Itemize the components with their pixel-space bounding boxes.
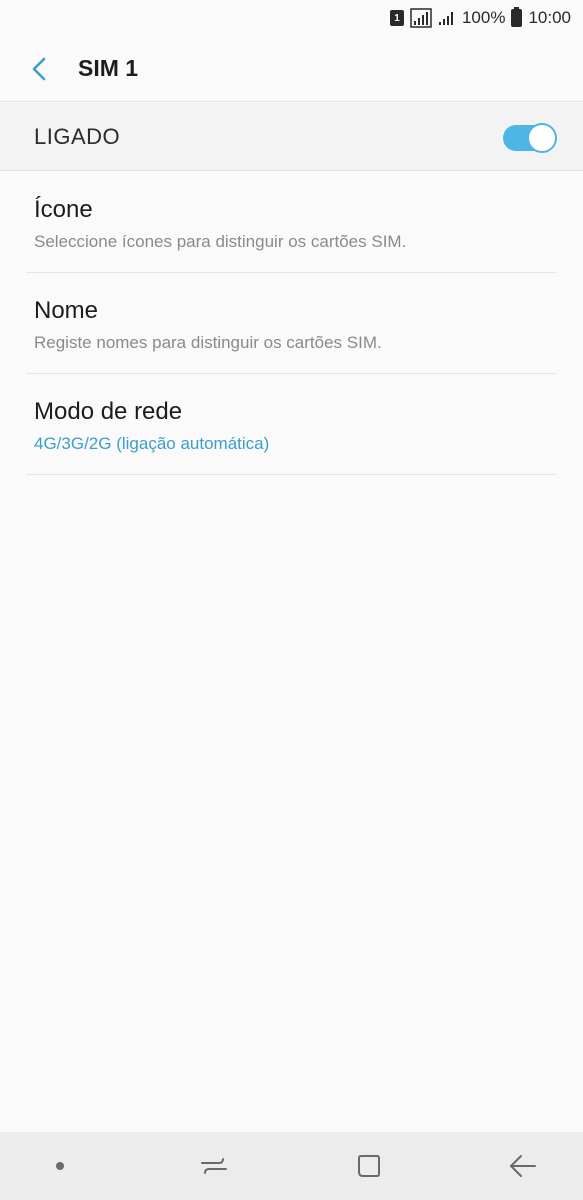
screen: 1 100% 10:00 SIM 1 LIGADO Ícone Seleccio… [0,0,583,1200]
master-switch-label: LIGADO [34,123,121,149]
back-icon [509,1155,536,1177]
recents-icon [201,1158,228,1174]
setting-item-network-mode[interactable]: Modo de rede 4G/3G/2G (ligação automátic… [0,374,583,475]
app-bar: SIM 1 [0,36,583,102]
battery-icon [511,7,523,28]
dot-button[interactable] [30,1136,90,1196]
setting-subtitle: 4G/3G/2G (ligação automática) [34,434,270,453]
sim-badge: 1 [389,10,404,26]
status-time: 10:00 [528,8,571,27]
toggle-thumb [527,122,557,153]
recents-button[interactable] [184,1136,244,1196]
home-button[interactable] [339,1136,399,1196]
setting-title: Modo de rede [34,398,183,425]
setting-title: Nome [34,297,99,324]
back-button[interactable] [10,39,70,99]
status-bar: 1 100% 10:00 [0,0,583,36]
master-switch-row[interactable]: LIGADO [0,103,583,171]
chevron-left-icon [32,57,46,80]
sim-card-icon: 1 [389,8,404,28]
nav-back-button[interactable] [493,1136,553,1196]
settings-list: Ícone Seleccione ícones para distinguir … [0,172,583,475]
signal-sim1-icon [410,8,432,28]
home-icon [357,1155,380,1177]
setting-title: Ícone [34,196,93,223]
battery-percent: 100% [461,8,506,27]
master-toggle[interactable] [503,122,557,153]
signal-sim2-icon [438,8,456,28]
setting-subtitle: Registe nomes para distinguir os cartões… [34,333,382,352]
dot-icon [56,1162,64,1170]
navigation-bar [0,1132,583,1200]
setting-subtitle: Seleccione ícones para distinguir os car… [34,232,407,251]
setting-item-name[interactable]: Nome Registe nomes para distinguir os ca… [0,273,583,374]
page-title: SIM 1 [78,55,139,81]
setting-item-icon[interactable]: Ícone Seleccione ícones para distinguir … [0,172,583,273]
